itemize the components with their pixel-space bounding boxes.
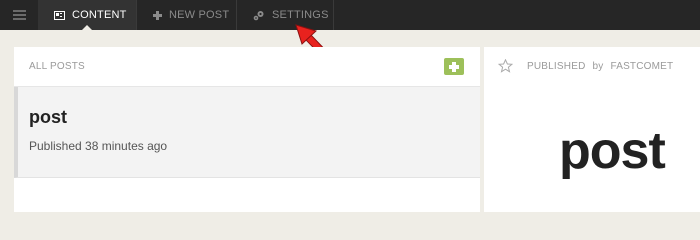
post-item-title: post <box>29 107 67 127</box>
preview-by: by <box>592 61 604 72</box>
preview-author[interactable]: FASTCOMET <box>610 61 673 72</box>
tab-content-label: CONTENT <box>72 9 127 21</box>
tab-settings-label: SETTINGS <box>272 9 329 21</box>
preview-status: PUBLISHED <box>527 61 586 72</box>
posts-panel-header: ALL POSTS <box>14 47 480 87</box>
top-navigation-bar: CONTENT NEW POST SETTINGS <box>0 0 700 30</box>
post-preview-panel: PUBLISHED by FASTCOMET post <box>484 47 700 212</box>
post-item-meta: Published 38 minutes ago <box>29 139 168 153</box>
post-list-item[interactable]: post Published 38 minutes ago <box>14 87 480 178</box>
tab-new-post[interactable]: NEW POST <box>137 0 237 30</box>
plus-icon <box>153 10 162 20</box>
add-post-button[interactable] <box>444 58 464 75</box>
menu-toggle-icon[interactable] <box>0 0 38 30</box>
preview-meta: PUBLISHED by FASTCOMET <box>527 61 673 72</box>
preview-title: post <box>559 122 666 180</box>
star-icon[interactable] <box>498 59 513 73</box>
panel-title: ALL POSTS <box>29 61 85 72</box>
tab-content[interactable]: CONTENT <box>38 0 137 30</box>
posts-panel: ALL POSTS post Published 38 minutes ago <box>14 47 480 212</box>
tab-new-post-label: NEW POST <box>169 9 230 21</box>
gears-icon <box>253 10 265 21</box>
content-icon <box>54 10 65 20</box>
